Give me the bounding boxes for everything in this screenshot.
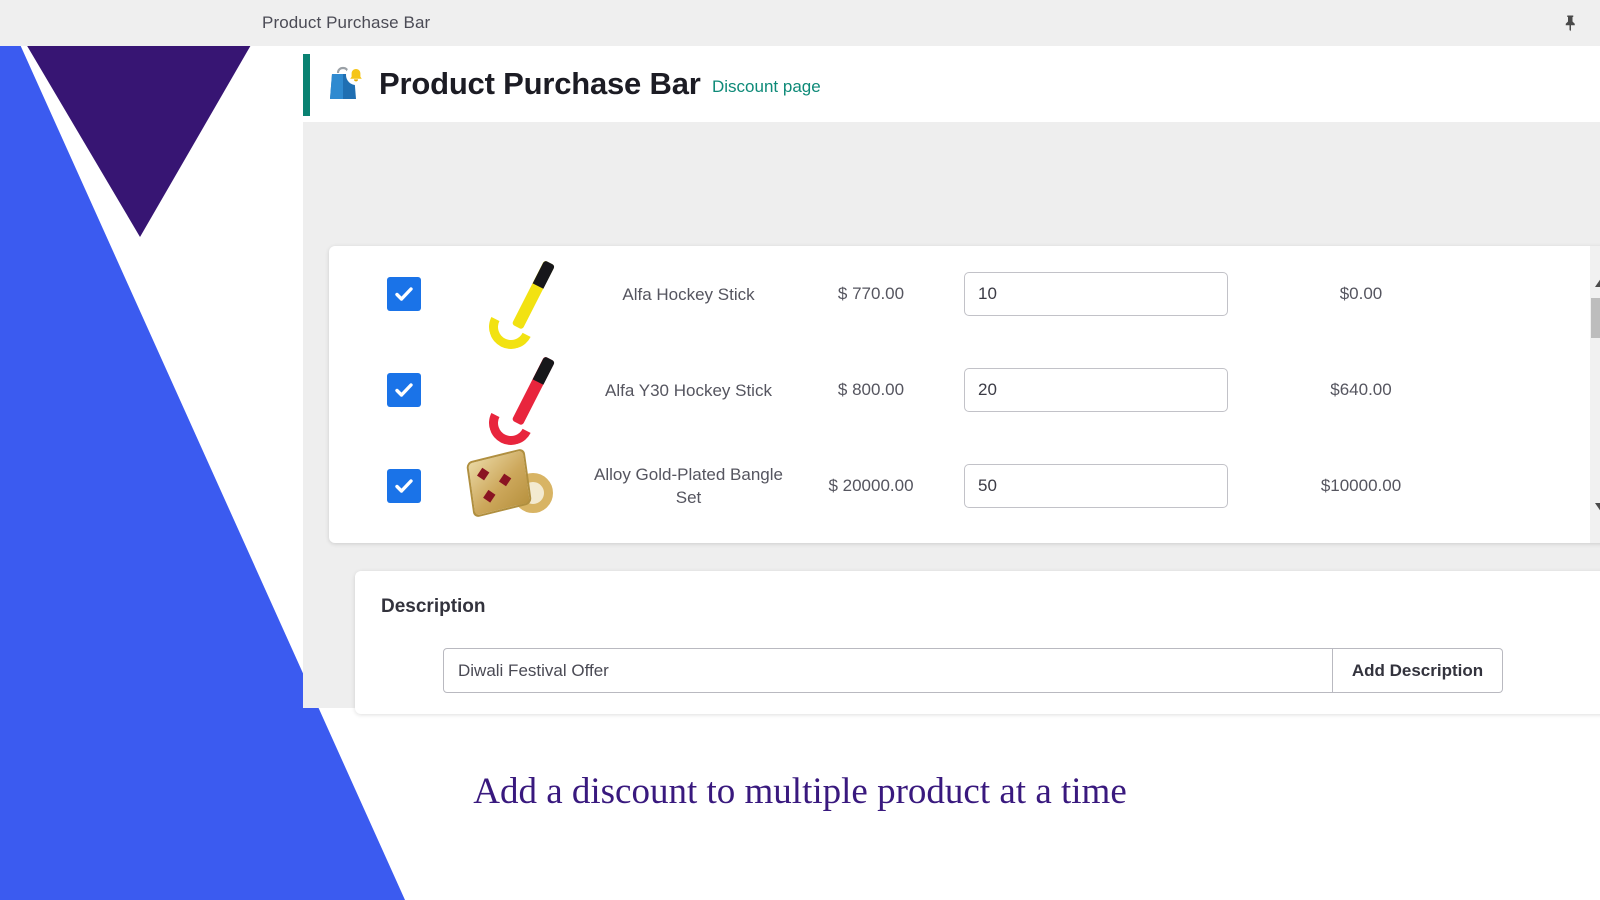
- product-list-card: Alfa Hockey Stick $ 770.00 $0.00: [329, 246, 1600, 543]
- red-hockey-stick-image: [441, 349, 581, 451]
- table-row[interactable]: Alfa Hockey Stick $ 770.00 $0.00: [329, 246, 1600, 355]
- quantity-input[interactable]: [964, 368, 1228, 412]
- product-name: Alloy Gold-Plated Bangle Set: [593, 465, 783, 507]
- product-name: Alfa Y30 Hockey Stick: [605, 380, 772, 400]
- product-name: Alfa Hockey Stick: [622, 284, 755, 304]
- app-surface: Product Purchase Bar Discount page Alfa …: [303, 46, 1600, 714]
- caption-text: Add a discount to multiple product at a …: [473, 771, 1127, 812]
- discount-page-link[interactable]: Discount page: [712, 77, 821, 97]
- product-checkbox[interactable]: [387, 277, 421, 311]
- product-checkbox[interactable]: [387, 469, 421, 503]
- content-pane: Alfa Hockey Stick $ 770.00 $0.00: [303, 122, 1600, 714]
- app-header: Product Purchase Bar Discount page: [303, 46, 1600, 123]
- product-discount: $0.00: [1339, 284, 1383, 303]
- add-description-button[interactable]: Add Description: [1333, 648, 1503, 693]
- product-discount: $10000.00: [1320, 476, 1402, 495]
- product-select-cell: [329, 373, 441, 407]
- quantity-input[interactable]: [964, 464, 1228, 508]
- product-select-cell: [329, 469, 441, 503]
- description-card: Description Add Description: [355, 571, 1600, 714]
- yellow-hockey-stick-image: [441, 253, 581, 355]
- window-titlebar: Product Purchase Bar: [0, 0, 1600, 46]
- product-select-cell: [329, 277, 441, 311]
- pushpin-icon[interactable]: [1558, 10, 1584, 36]
- application-window: Product Purchase Bar Product Purchase Ba…: [0, 0, 1600, 900]
- triangle-up-icon[interactable]: [1590, 272, 1600, 293]
- description-label: Description: [381, 596, 486, 617]
- product-quantity-cell: [946, 464, 1246, 508]
- product-price: $ 20000.00: [828, 476, 914, 495]
- scrollbar-thumb[interactable]: [1591, 298, 1600, 338]
- product-discount: $640.00: [1330, 380, 1392, 399]
- table-row[interactable]: Alfa Y30 Hockey Stick $ 800.00 $640.00: [329, 342, 1600, 451]
- shopping-bag-bell-icon: [321, 60, 369, 108]
- table-row[interactable]: Alloy Gold-Plated Bangle Set $ 20000.00 …: [329, 438, 1600, 534]
- product-checkbox[interactable]: [387, 373, 421, 407]
- product-price: $ 800.00: [837, 380, 905, 399]
- product-price: $ 770.00: [837, 284, 905, 303]
- product-quantity-cell: [946, 368, 1246, 412]
- triangle-down-icon[interactable]: [1590, 496, 1600, 517]
- quantity-input[interactable]: [964, 272, 1228, 316]
- description-input[interactable]: [443, 648, 1333, 693]
- page-title: Product Purchase Bar: [379, 66, 701, 101]
- product-quantity-cell: [946, 272, 1246, 316]
- window-title: Product Purchase Bar: [262, 13, 431, 32]
- product-list-scrollbar[interactable]: [1590, 246, 1600, 543]
- gold-bangle-set-image: [441, 447, 581, 521]
- header-accent-bar: [303, 54, 310, 116]
